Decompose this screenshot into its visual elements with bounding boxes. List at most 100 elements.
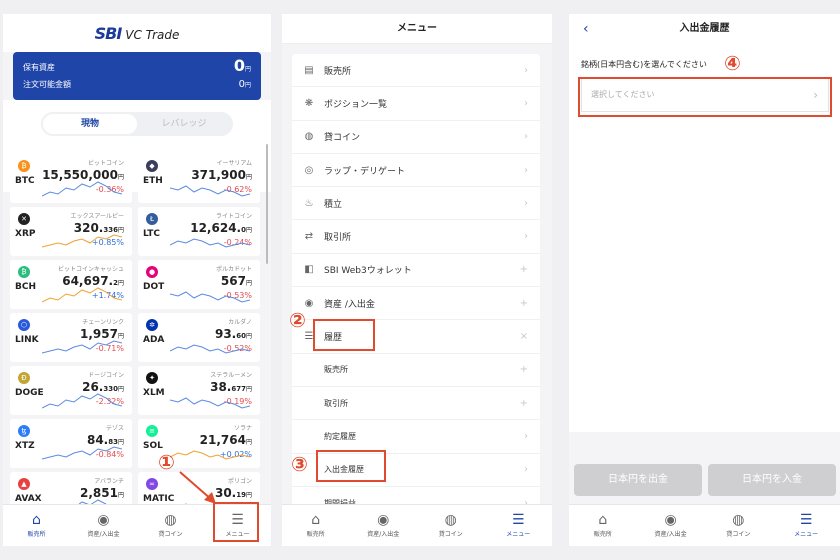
coin-symbol: DOT [143,282,165,292]
coin-name: ポリゴン [227,478,252,485]
coin-card-eth[interactable]: ◆ ETH イーサリアム 371,900円 -0.62% [138,154,260,203]
coin-card-bch[interactable]: ₿ BCH ビットコインキャッシュ 64,697.2円 +1.74% [10,260,132,309]
asset-summary-card[interactable]: 保有資産 注文可能金額 0円 0円 [13,52,261,100]
menu-item-label: ポジション一覧 [324,99,388,110]
dot-coin-icon: ● [146,266,158,278]
withdraw-jpy-button[interactable]: 日本円を出金 [574,464,702,496]
menu-item-label: SBI Web3ウォレット [324,266,412,277]
coin-symbol: DOGE [15,388,44,398]
coin-symbol: XLM [143,388,165,398]
coin-card-sol[interactable]: ≡ SOL ソラナ 21,764円 +0.02% [138,419,260,468]
tab-shop[interactable]: ⌂ 販売所 [569,505,637,546]
wallet-icon: ◧ [304,264,314,276]
coin-card-ltc[interactable]: Ł LTC ライトコイン 12,624.0円 -0.24% [138,207,260,256]
tab-menu[interactable]: ☰ メニュー [772,505,840,546]
page-title: 入出金履歴 [679,23,730,34]
hamburger-icon: ☰ [799,512,813,528]
bch-coin-icon: ₿ [18,266,30,278]
menu-item-10[interactable]: 取引所 + [292,387,540,421]
menu-item-label: 販売所 [324,66,352,77]
coin-card-xtz[interactable]: ꜩ XTZ テゾス 84.83円 -0.84% [10,419,132,468]
xlm-coin-icon: ✦ [146,372,158,384]
tab-shop[interactable]: ⌂ 販売所 [282,505,350,546]
eth-coin-icon: ◆ [146,160,158,172]
coin-card-link[interactable]: ⬡ LINK チェーンリンク 1,957円 -0.71% [10,313,132,362]
tab-shop[interactable]: ⌂ 販売所 [3,505,70,546]
menu-item-3[interactable]: ◎ ラップ・デリゲート › [292,154,540,188]
tab-assets[interactable]: ◉ 資産/入出金 [350,505,418,546]
deposit-jpy-button[interactable]: 日本円を入金 [708,464,836,496]
menu-item-4[interactable]: ♨ 積立 › [292,187,540,221]
chevron-right-icon: › [524,164,528,176]
shop-icon: ▤ [304,64,314,76]
menu-item-0[interactable]: ▤ 販売所 › [292,54,540,88]
coin-card-xlm[interactable]: ✦ XLM ステラルーメン 38.677円 -0.19% [138,366,260,415]
coin-name: ライトコイン [215,213,252,220]
scrollbar[interactable] [266,144,268,264]
ltc-coin-icon: Ł [146,213,158,225]
highlight-select [578,77,832,117]
tab-spot[interactable]: 現物 [43,114,137,134]
coin-card-ada[interactable]: ✲ ADA カルダノ 93.60円 -0.52% [138,313,260,362]
logo-text: VC Trade [125,27,180,42]
highlight-history [313,319,375,351]
menu-item-label: 資産 /入出金 [324,299,375,310]
menu-item-5[interactable]: ⇄ 取引所 › [292,220,540,254]
coin-card-dot[interactable]: ● DOT ポルカドット 567円 -0.53% [138,260,260,309]
coin-name: カルダノ [228,319,252,326]
link-coin-icon: ⬡ [18,319,30,331]
menu-item-9[interactable]: 販売所 + [292,354,540,387]
chevron-right-icon: › [524,231,528,243]
sparkline [170,450,250,460]
plus-icon: + [519,297,528,309]
savings-icon: ♨ [304,197,314,209]
coin-symbol: AVAX [15,494,42,504]
tab-menu[interactable]: ☰ メニュー [485,505,553,546]
coin-symbol: BTC [15,176,35,186]
sparkline [42,181,122,197]
coin-symbol: ADA [143,335,165,345]
menu-item-6[interactable]: ◧ SBI Web3ウォレット + [292,254,540,288]
back-chevron-icon[interactable]: ‹ [583,14,589,44]
menu-item-label: 貸コイン [324,133,361,144]
sparkline [42,234,122,248]
menu-item-label: 約定履歴 [324,431,356,441]
sol-coin-icon: ≡ [146,425,158,437]
tab-lend[interactable]: ◍ 貸コイン [137,505,204,546]
tab-assets[interactable]: ◉ 資産/入出金 [637,505,705,546]
tab-lend[interactable]: ◍ 貸コイン [417,505,485,546]
coin-name: エックスアールピー [70,213,124,220]
exchange-icon: ⇄ [304,231,314,243]
coins-icon: ◉ [664,512,677,528]
logo-brand: SBI [94,23,123,43]
tab-lend[interactable]: ◍ 貸コイン [705,505,773,546]
sparkline [170,238,250,248]
coin-card-xrp[interactable]: ✕ XRP エックスアールピー 320.336円 +0.85% [10,207,132,256]
coin-card-btc[interactable]: ₿ BTC ビットコイン 15,550,000円 -0.36% [10,154,132,203]
highlight-deposit-history [316,450,386,482]
coin-name: アバランチ [94,478,124,485]
menu-item-label: 取引所 [324,233,352,244]
select-label: 銘柄(日本円含む)を選んでください [581,60,707,69]
menu-title: メニュー [282,14,552,44]
holdings-label: 保有資産 [23,63,55,72]
bottom-tab-bar: ⌂ 販売所 ◉ 資産/入出金 ◍ 貸コイン ☰ メニュー [569,504,840,546]
sparkline [42,393,122,409]
tab-leverage[interactable]: レバレッジ [137,114,231,134]
chevron-right-icon: › [524,197,528,209]
menu-item-2[interactable]: ◍ 貸コイン › [292,121,540,154]
coin-card-doge[interactable]: Ð DOGE ドージコイン 26.330円 -2.32% [10,366,132,415]
menu-item-1[interactable]: ❋ ポジション一覧 › [292,87,540,121]
chevron-right-icon: › [524,131,528,143]
coin-bag-icon: ◍ [444,512,457,528]
menu-item-7[interactable]: ◉ 資産 /入出金 + [292,287,540,321]
tab-assets[interactable]: ◉ 資産/入出金 [70,505,137,546]
app-logo: SBI VC Trade [3,14,271,52]
menu-item-11[interactable]: 約定履歴 › [292,420,540,454]
btc-coin-icon: ₿ [18,160,30,172]
menu-item-label: 取引所 [324,398,348,408]
sparkline [170,291,250,303]
shop-icon: ⌂ [311,512,321,528]
segment-control: 現物 レバレッジ [41,112,233,136]
sparkline [170,185,250,197]
